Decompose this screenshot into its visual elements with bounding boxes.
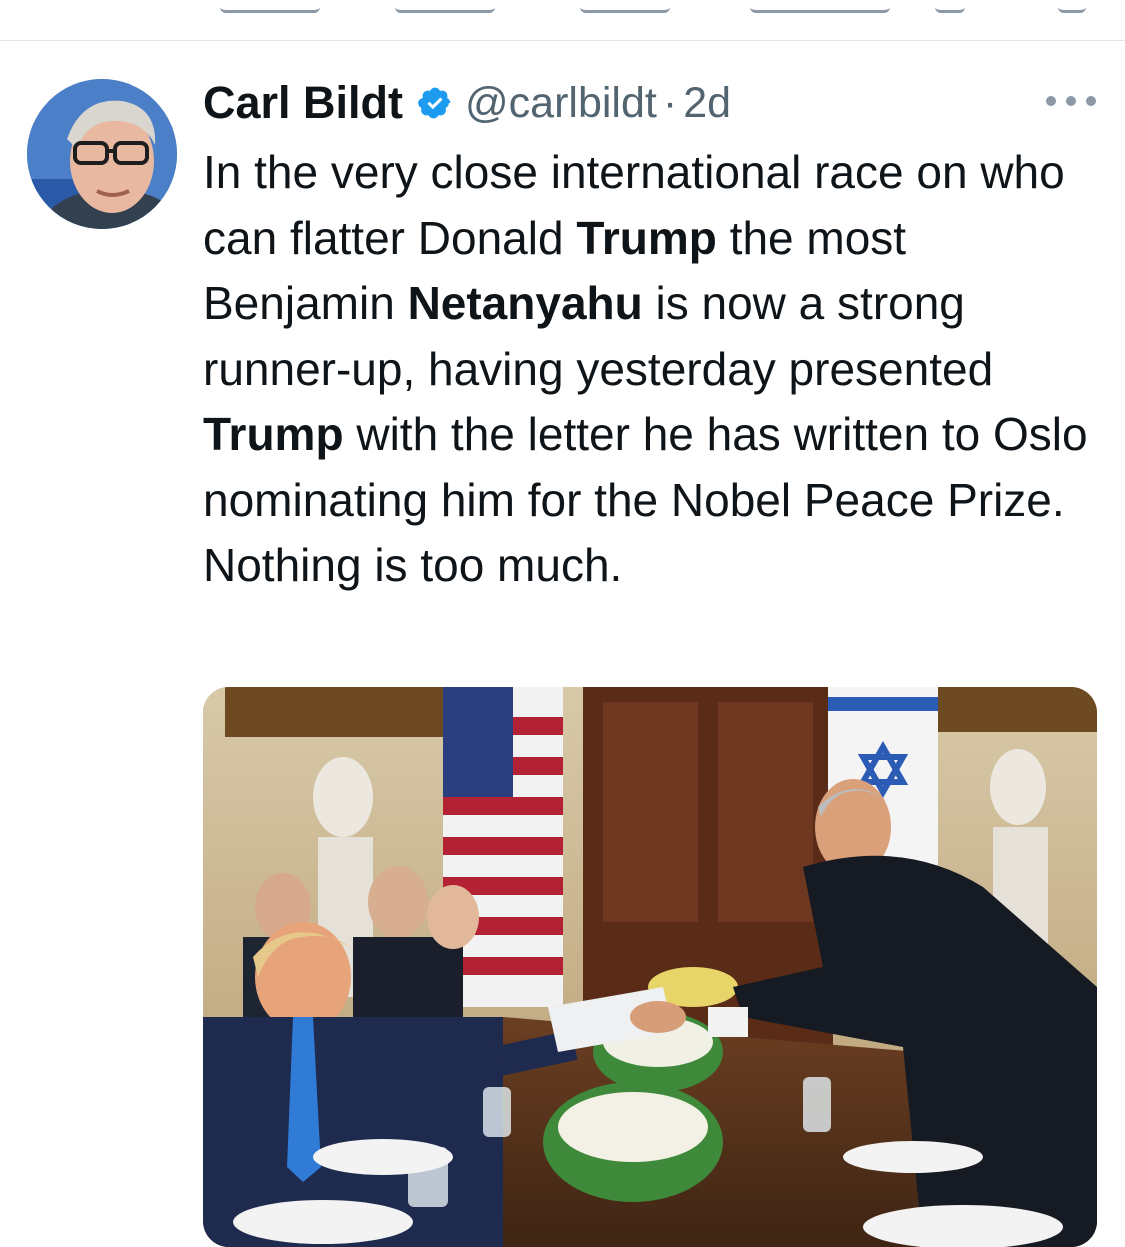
dinner-photo — [203, 687, 1097, 1247]
tweet-text-bold: Netanyahu — [407, 277, 643, 329]
tweet-divider — [0, 40, 1125, 41]
verified-badge-icon — [418, 87, 451, 119]
tweet-header: Carl Bildt @carlbildt · 2d — [203, 74, 731, 132]
views-icon[interactable] — [750, 0, 890, 13]
tweet-text-bold: Trump — [203, 408, 344, 460]
avatar-image — [27, 79, 177, 229]
tweet-timestamp[interactable]: 2d — [683, 79, 731, 128]
tweet-text-bold: Trump — [576, 211, 717, 264]
retweet-icon[interactable] — [395, 0, 495, 13]
like-icon[interactable] — [580, 0, 670, 13]
author-name[interactable]: Carl Bildt — [203, 77, 403, 129]
avatar[interactable] — [27, 79, 177, 229]
tweet-text: In the very close international race on … — [203, 140, 1103, 599]
previous-tweet-actions — [0, 0, 1125, 40]
share-icon[interactable] — [1058, 0, 1086, 13]
separator-dot: · — [662, 78, 678, 127]
bookmark-icon[interactable] — [935, 0, 965, 13]
reply-icon[interactable] — [220, 0, 320, 13]
tweet-media-image[interactable] — [203, 687, 1097, 1247]
author-handle[interactable]: @carlbildt — [465, 79, 657, 128]
more-options-icon[interactable] — [1046, 95, 1096, 107]
